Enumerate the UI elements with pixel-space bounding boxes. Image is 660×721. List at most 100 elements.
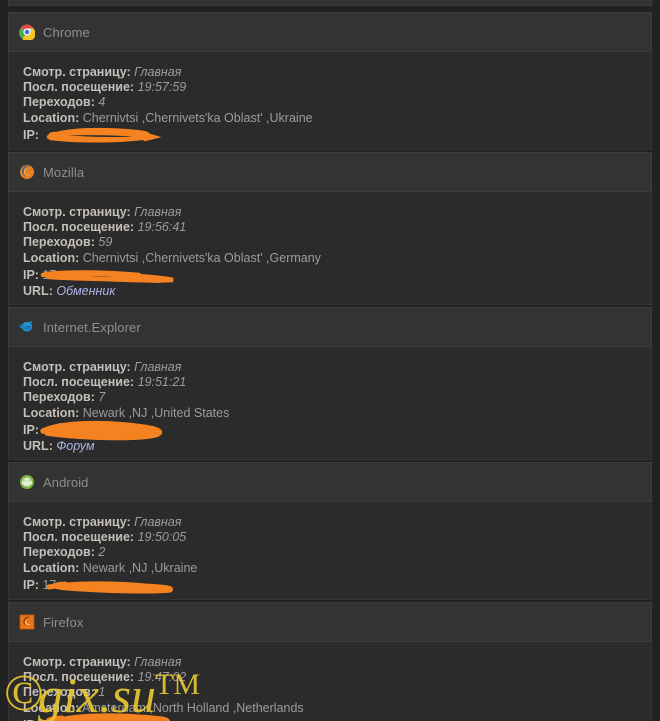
value-transitions: 2 bbox=[98, 545, 106, 560]
value-last-visit: 19:51:21 bbox=[137, 375, 187, 390]
row-ip: IP: bbox=[23, 127, 162, 143]
value-page-viewed: Главная bbox=[134, 360, 182, 374]
value-ip: 17 bbox=[42, 267, 57, 282]
row-last-visit: Посл. посещение: 19:51:21 bbox=[23, 375, 651, 390]
chrome-icon bbox=[19, 24, 36, 42]
label-transitions: Переходов: bbox=[23, 545, 95, 560]
value-transitions: 59 bbox=[98, 235, 113, 250]
value-last-visit: 19:56:41 bbox=[137, 220, 187, 235]
row-url: URL: Форум bbox=[23, 439, 651, 454]
browser-name-label: Chrome bbox=[43, 24, 90, 40]
label-location: Location: bbox=[23, 250, 80, 265]
row-last-visit: Посл. посещение: 19:57:59 bbox=[23, 80, 651, 95]
label-transitions: Переходов: bbox=[23, 685, 95, 700]
row-location: Location: Chernivtsi ,Chernivets'ka Obla… bbox=[23, 111, 651, 126]
ip-redaction-scribble bbox=[40, 420, 163, 441]
browser-name-label: Android bbox=[43, 474, 89, 490]
label-url: URL: bbox=[23, 438, 53, 453]
label-page-viewed: Смотр. страницу: bbox=[23, 655, 131, 669]
ip-redaction-scribble bbox=[40, 270, 174, 283]
value-last-visit: 19:47:02 bbox=[137, 670, 187, 685]
row-ip: IP: bbox=[23, 420, 163, 441]
label-location: Location: bbox=[23, 560, 80, 575]
row-last-visit: Посл. посещение: 19:50:05 bbox=[23, 530, 651, 545]
panel-header-android[interactable]: Android bbox=[8, 462, 652, 502]
label-last-visit: Посл. посещение: bbox=[23, 220, 135, 235]
panel-header-chrome[interactable]: Chrome bbox=[8, 12, 652, 52]
label-last-visit: Посл. посещение: bbox=[23, 530, 135, 545]
label-transitions: Переходов: bbox=[23, 235, 95, 250]
row-location: Location: Newark ,NJ ,United States bbox=[23, 406, 651, 421]
value-location: Newark ,NJ ,United States bbox=[82, 405, 230, 420]
label-last-visit: Посл. посещение: bbox=[23, 670, 135, 685]
panel-body-mozilla: Смотр. страницу: Главная Посл. посещение… bbox=[8, 192, 652, 305]
value-transitions: 4 bbox=[98, 95, 106, 110]
label-ip: IP: bbox=[23, 127, 39, 142]
row-page-viewed: Смотр. страницу: Главная bbox=[23, 65, 651, 80]
android-icon bbox=[19, 474, 35, 490]
row-page-viewed: Смотр. страницу: Главная bbox=[23, 655, 651, 670]
label-transitions: Переходов: bbox=[23, 95, 95, 110]
row-page-viewed: Смотр. страницу: Главная bbox=[23, 205, 651, 220]
panel-header-internet-explorer[interactable]: Internet.Explorer bbox=[8, 307, 652, 347]
page-root: Chrome Смотр. страницу: Главная Посл. по… bbox=[0, 0, 660, 721]
session-panel-android: Android Смотр. страницу: Главная Посл. п… bbox=[8, 462, 652, 600]
panel-body-internet-explorer: Смотр. страницу: Главная Посл. посещение… bbox=[8, 347, 652, 460]
browser-name-label: Internet.Explorer bbox=[43, 319, 141, 335]
value-last-visit: 19:50:05 bbox=[137, 530, 187, 545]
panel-body-android: Смотр. страницу: Главная Посл. посещение… bbox=[8, 502, 652, 600]
value-location: Chernivtsi ,Chernivets'ka Oblast' ,Ukrai… bbox=[82, 110, 313, 125]
ip-redaction-scribble bbox=[46, 581, 174, 594]
browser-name-label: Mozilla bbox=[43, 164, 85, 180]
row-url: URL: Обменник bbox=[23, 284, 651, 299]
value-page-viewed: Главная bbox=[134, 655, 182, 669]
session-panel-internet-explorer: Internet.Explorer Смотр. страницу: Главн… bbox=[8, 307, 652, 460]
session-panel-mozilla: Mozilla Смотр. страницу: Главная Посл. п… bbox=[8, 152, 652, 305]
label-location: Location: bbox=[23, 405, 80, 420]
row-location: Location: Chernivtsi ,Chernivets'ka Obla… bbox=[23, 251, 651, 266]
row-transitions: Переходов: 2 bbox=[23, 545, 651, 560]
panel-body-firefox: Смотр. страницу: Главная Посл. посещение… bbox=[8, 642, 652, 721]
panel-body-chrome: Смотр. страницу: Главная Посл. посещение… bbox=[8, 52, 652, 150]
value-location: Newark ,NJ ,Ukraine bbox=[82, 560, 198, 575]
row-page-viewed: Смотр. страницу: Главная bbox=[23, 360, 651, 375]
value-page-viewed: Главная bbox=[134, 65, 182, 79]
row-location: Location: Amsterdam ,North Holland ,Neth… bbox=[23, 701, 651, 716]
session-panel-firefox: Firefox Смотр. страницу: Главная Посл. п… bbox=[8, 602, 652, 721]
row-last-visit: Посл. посещение: 19:47:02 bbox=[23, 670, 651, 685]
value-url[interactable]: Обменник bbox=[56, 284, 115, 298]
value-url[interactable]: Форум bbox=[56, 439, 94, 453]
panel-header-mozilla[interactable]: Mozilla bbox=[8, 152, 652, 192]
label-last-visit: Посл. посещение: bbox=[23, 375, 135, 390]
row-last-visit: Посл. посещение: 19:56:41 bbox=[23, 220, 651, 235]
label-page-viewed: Смотр. страницу: bbox=[23, 65, 131, 79]
firefox-icon bbox=[19, 614, 35, 630]
browser-name-label: Firefox bbox=[43, 614, 84, 630]
ip-redaction-scribble bbox=[46, 127, 162, 143]
label-last-visit: Посл. посещение: bbox=[23, 80, 135, 95]
value-page-viewed: Главная bbox=[134, 205, 182, 219]
label-page-viewed: Смотр. страницу: bbox=[23, 360, 131, 374]
value-ip: 17 bbox=[42, 577, 57, 592]
row-ip: IP: 17 bbox=[23, 267, 174, 283]
row-transitions: Переходов: 59 bbox=[23, 235, 651, 250]
value-transitions: 7 bbox=[98, 390, 106, 405]
label-url: URL: bbox=[23, 283, 53, 298]
row-page-viewed: Смотр. страницу: Главная bbox=[23, 515, 651, 530]
row-transitions: Переходов: 1 bbox=[23, 685, 651, 700]
row-transitions: Переходов: 7 bbox=[23, 390, 651, 405]
internet-explorer-icon bbox=[19, 319, 35, 335]
label-location: Location: bbox=[23, 110, 80, 125]
label-transitions: Переходов: bbox=[23, 390, 95, 405]
row-location: Location: Newark ,NJ ,Ukraine bbox=[23, 561, 651, 576]
panel-stub-top bbox=[8, 0, 652, 6]
value-location: Amsterdam ,North Holland ,Netherlands bbox=[82, 700, 304, 715]
row-transitions: Переходов: 4 bbox=[23, 95, 651, 110]
value-last-visit: 19:57:59 bbox=[137, 80, 187, 95]
panel-header-firefox[interactable]: Firefox bbox=[8, 602, 652, 642]
label-page-viewed: Смотр. страницу: bbox=[23, 205, 131, 219]
row-ip: IP: 17 bbox=[23, 577, 174, 594]
value-page-viewed: Главная bbox=[134, 515, 182, 529]
session-panel-chrome: Chrome Смотр. страницу: Главная Посл. по… bbox=[8, 12, 652, 150]
mozilla-icon bbox=[19, 164, 35, 180]
